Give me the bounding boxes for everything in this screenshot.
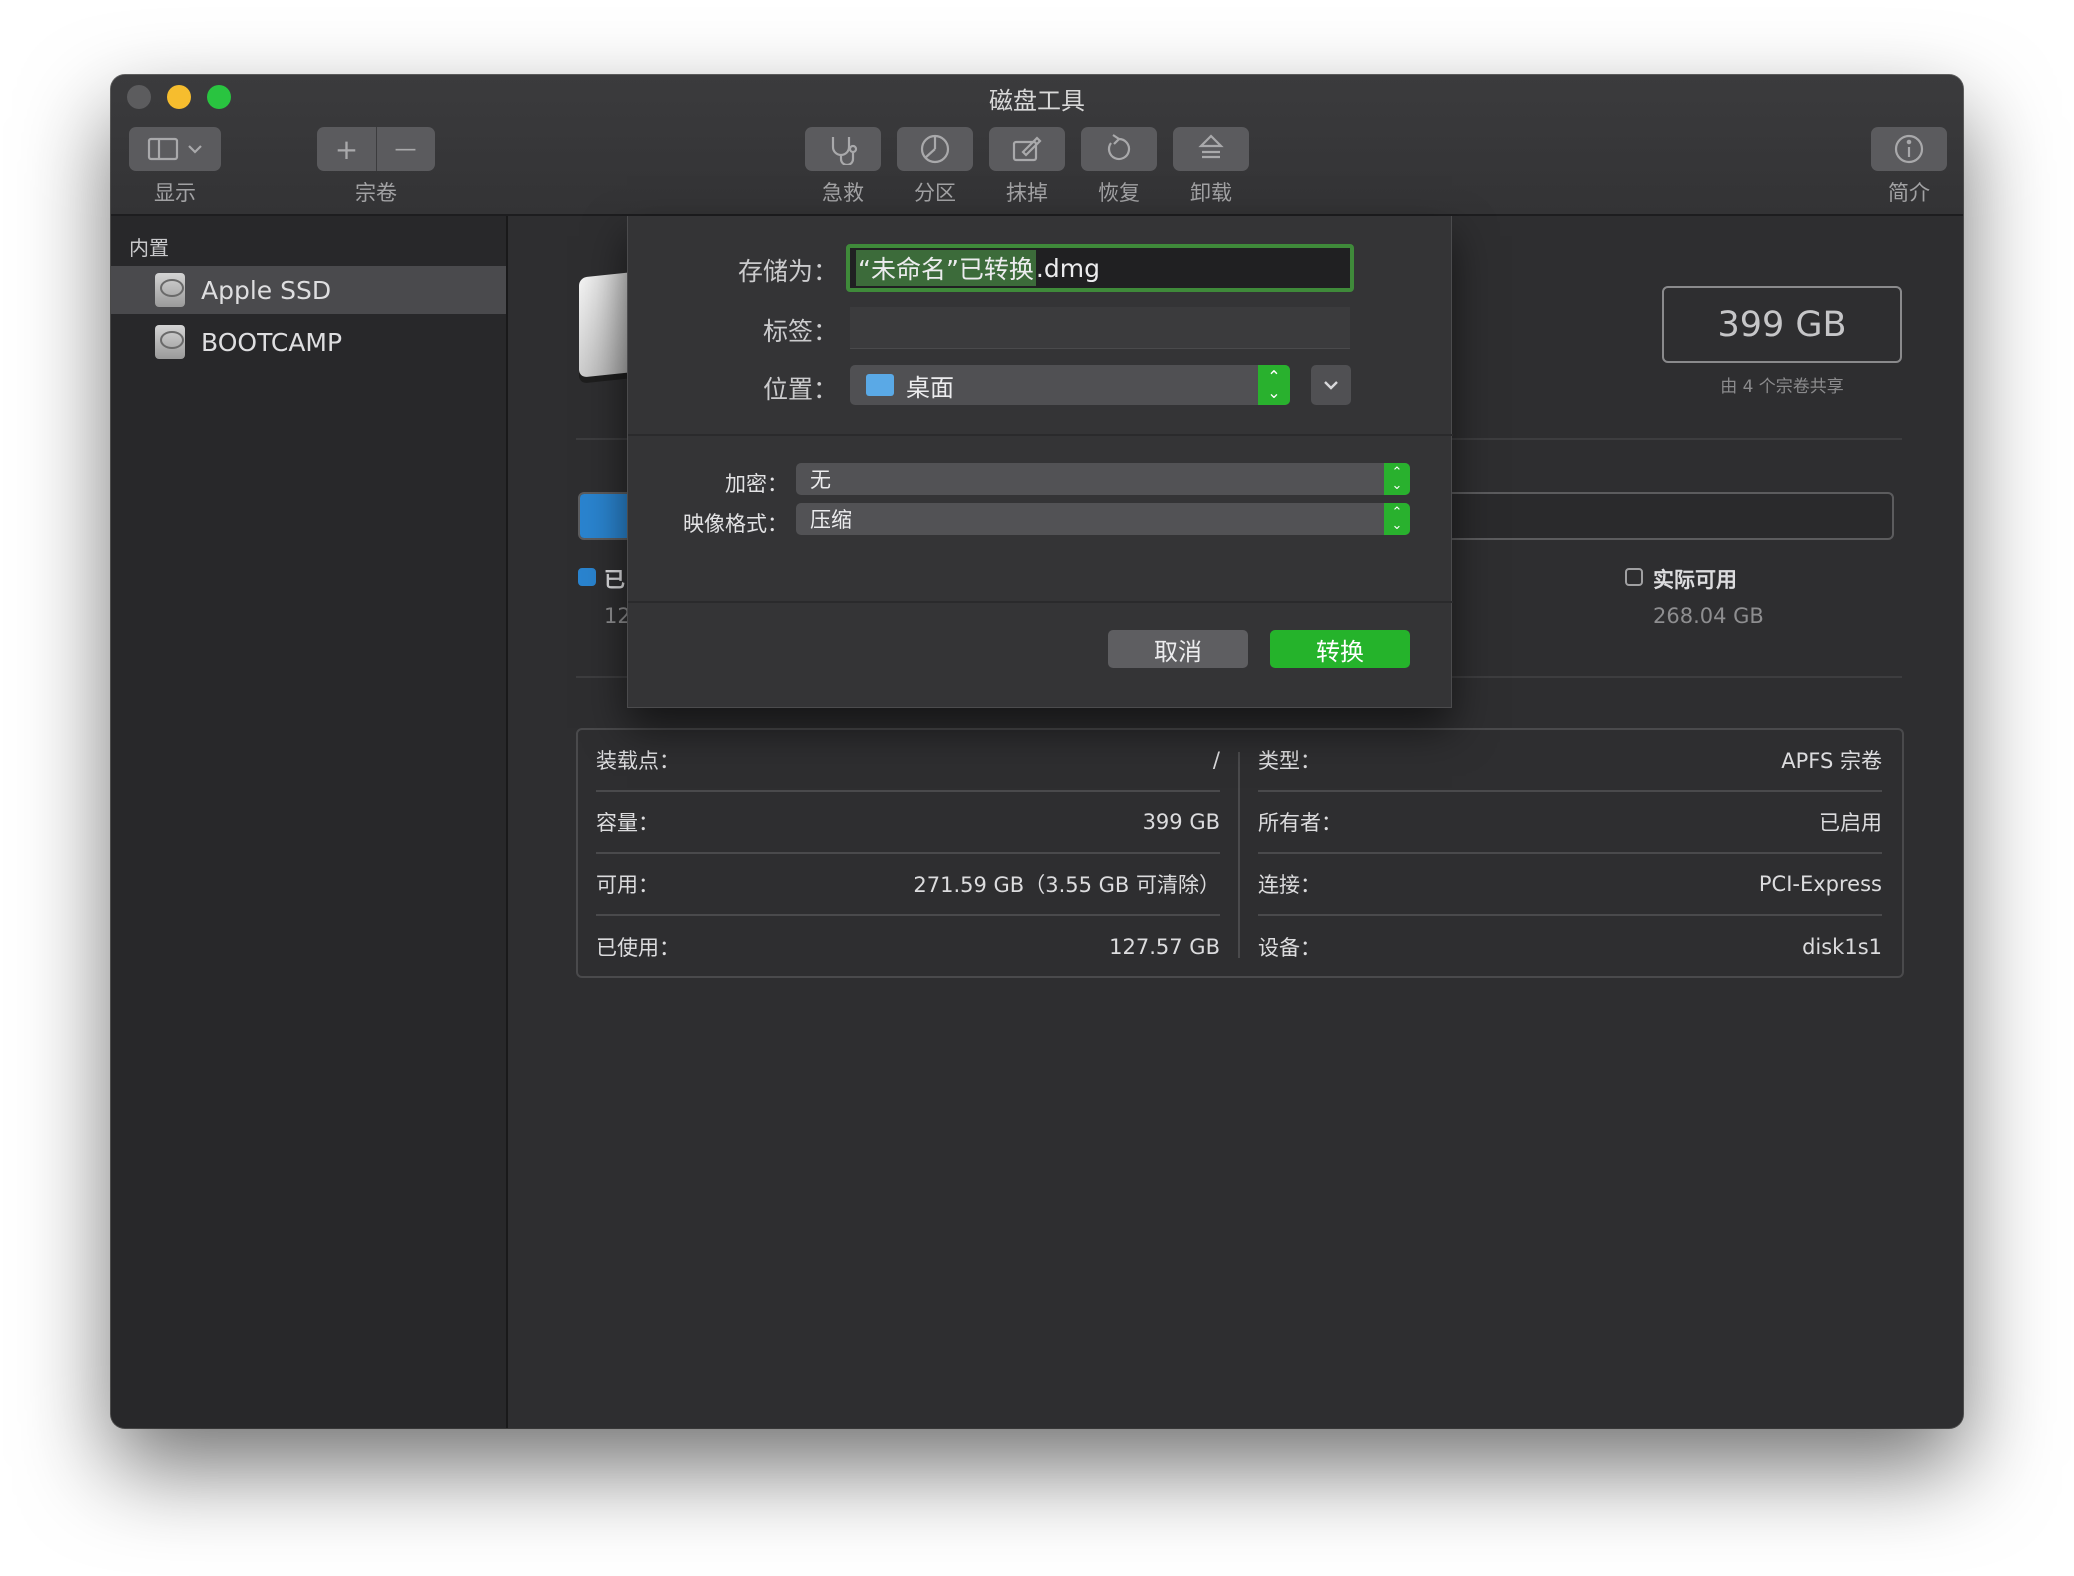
save-as-selected-text: “未命名”已转换 <box>856 250 1036 286</box>
save-as-label: 存储为： <box>737 257 838 286</box>
info-row-available: 可用： 271.59 GB（3.55 GB 可清除） <box>596 854 1220 916</box>
info-value: 127.57 GB <box>1109 935 1220 959</box>
hard-disk-icon <box>155 273 185 307</box>
toolbar: 磁盘工具 显示 + — 宗卷 急救 分区 抹掉 恢复 卸载 简介 <box>111 75 1963 216</box>
segment-divider <box>376 127 377 171</box>
info-row-device: 设备： disk1s1 <box>1258 916 1882 978</box>
shared-volumes-note: 由 4 个宗卷共享 <box>1720 377 1844 397</box>
erase-pencil-icon <box>1012 136 1042 162</box>
sidebar-item-bootcamp[interactable]: BOOTCAMP <box>111 318 506 366</box>
encryption-popup[interactable]: 无 ⌃ ⌄ <box>796 463 1410 495</box>
save-as-extension: .dmg <box>1035 253 1100 283</box>
unmount-label: 卸载 <box>1190 181 1232 205</box>
capacity-display: 399 GB <box>1662 286 1902 363</box>
image-format-label: 映像格式： <box>683 512 788 536</box>
unmount-button[interactable] <box>1173 127 1249 171</box>
partition-button[interactable] <box>897 127 973 171</box>
partition-label: 分区 <box>914 181 956 205</box>
restore-label: 恢复 <box>1098 181 1140 205</box>
column-divider <box>1238 752 1240 958</box>
info-value: APFS 宗卷 <box>1781 749 1882 773</box>
location-value: 桌面 <box>906 373 954 402</box>
save-as-input[interactable]: “未命名”已转换 .dmg <box>846 244 1354 292</box>
sidebar-item-label: Apple SSD <box>201 275 332 305</box>
remove-volume-button[interactable]: — <box>376 137 435 162</box>
hard-disk-icon <box>155 325 185 359</box>
first-aid-button[interactable] <box>805 127 881 171</box>
info-label: 容量： <box>596 811 659 835</box>
view-label: 显示 <box>154 181 196 205</box>
available-legend-label: 实际可用 <box>1653 568 1737 592</box>
convert-image-sheet: 存储为： “未命名”已转换 .dmg 标签： 位置： 桌面 ⌃ ⌄ 加密： 无 ⌃… <box>627 216 1453 708</box>
restore-button[interactable] <box>1081 127 1157 171</box>
available-legend-swatch <box>1625 568 1643 586</box>
info-row-owners: 所有者： 已启用 <box>1258 792 1882 854</box>
info-label: 可用： <box>596 873 659 897</box>
volume-info-table: 装载点： / 容量： 399 GB 可用： 271.59 GB（3.55 GB … <box>576 728 1904 978</box>
volume-label: 宗卷 <box>355 181 397 205</box>
info-row-type: 类型： APFS 宗卷 <box>1258 730 1882 792</box>
sidebar-section-internal: 内置 <box>129 236 169 260</box>
info-label: 连接： <box>1258 873 1321 897</box>
info-value: / <box>1212 748 1220 772</box>
divider <box>628 601 1453 603</box>
info-row-connection: 连接： PCI-Express <box>1258 854 1882 916</box>
tags-label: 标签： <box>762 317 838 346</box>
info-value: 已启用 <box>1819 811 1882 835</box>
used-legend-swatch <box>578 568 596 586</box>
pie-chart-icon <box>920 134 950 164</box>
location-label: 位置： <box>762 375 838 404</box>
info-value: PCI-Express <box>1758 872 1882 896</box>
disk-utility-window: 磁盘工具 显示 + — 宗卷 急救 分区 抹掉 恢复 卸载 简介 内置 Appl… <box>111 75 1963 1428</box>
tags-input[interactable] <box>850 307 1350 349</box>
info-label: 设备： <box>1258 936 1321 960</box>
sidebar-item-apple-ssd[interactable]: Apple SSD <box>111 266 506 314</box>
sidebar: 内置 Apple SSD BOOTCAMP <box>111 216 508 1428</box>
encryption-value: 无 <box>810 468 831 492</box>
erase-button[interactable] <box>989 127 1065 171</box>
info-label: 类型： <box>1258 749 1321 773</box>
chevron-up-down-icon: ⌃ ⌄ <box>1384 463 1410 495</box>
available-legend-value: 268.04 GB <box>1653 604 1764 628</box>
info-label: 已使用： <box>596 936 680 960</box>
used-legend-label: 已 <box>604 568 625 592</box>
expand-dialog-button[interactable] <box>1311 365 1351 405</box>
window-title: 磁盘工具 <box>989 87 1085 115</box>
folder-icon <box>866 374 894 396</box>
info-value: 399 GB <box>1142 810 1220 834</box>
eject-icon <box>1198 134 1224 159</box>
info-value: 271.59 GB（3.55 GB 可清除） <box>913 873 1220 897</box>
image-format-popup[interactable]: 压缩 ⌃ ⌄ <box>796 503 1410 535</box>
info-row-capacity: 容量： 399 GB <box>596 792 1220 854</box>
stethoscope-icon <box>831 137 858 165</box>
info-value: disk1s1 <box>1802 935 1882 959</box>
restore-arrow-icon <box>1107 134 1131 161</box>
sidebar-item-label: BOOTCAMP <box>201 327 343 357</box>
chevron-up-down-icon: ⌃ ⌄ <box>1258 365 1290 405</box>
location-popup[interactable]: 桌面 ⌃ ⌄ <box>850 365 1290 405</box>
sidebar-toggle-icon <box>147 137 202 161</box>
image-format-value: 压缩 <box>810 508 852 532</box>
volume-segmented-control: + — <box>317 127 435 171</box>
first-aid-label: 急救 <box>822 181 864 205</box>
cancel-button[interactable]: 取消 <box>1108 630 1248 668</box>
info-label: 简介 <box>1888 181 1930 205</box>
chevron-down-icon <box>1324 381 1338 390</box>
chevron-up-down-icon: ⌃ ⌄ <box>1384 503 1410 535</box>
info-row-used: 已使用： 127.57 GB <box>596 916 1220 978</box>
info-button[interactable] <box>1871 127 1947 171</box>
info-row-mount-point: 装载点： / <box>596 730 1220 792</box>
info-icon <box>1894 134 1924 164</box>
view-button[interactable] <box>129 127 221 171</box>
divider <box>628 434 1453 436</box>
encryption-label: 加密： <box>725 472 788 496</box>
info-label: 所有者： <box>1258 811 1342 835</box>
convert-button[interactable]: 转换 <box>1270 630 1410 668</box>
erase-label: 抹掉 <box>1006 181 1048 205</box>
add-volume-button[interactable]: + <box>317 133 376 166</box>
info-label: 装载点： <box>596 749 680 773</box>
